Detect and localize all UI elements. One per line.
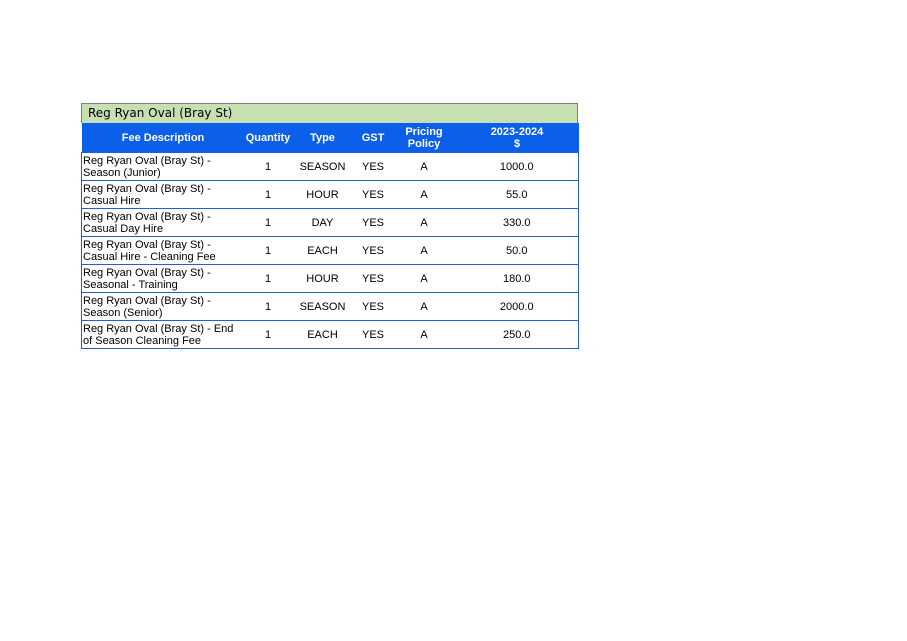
cell-type: HOUR bbox=[291, 180, 354, 209]
table-row: Reg Ryan Oval (Bray St) - Casual Hire - … bbox=[81, 236, 579, 265]
cell-policy: A bbox=[392, 236, 456, 265]
cell-type: EACH bbox=[291, 320, 354, 349]
table-row: Reg Ryan Oval (Bray St) - End of Season … bbox=[81, 320, 579, 349]
cell-gst: YES bbox=[353, 264, 393, 293]
cell-quantity: 1 bbox=[244, 264, 292, 293]
cell-policy: A bbox=[392, 208, 456, 237]
cell-gst: YES bbox=[353, 152, 393, 181]
cell-amount: 250.0 bbox=[455, 320, 579, 349]
header-pricing-line1: Pricing bbox=[405, 126, 443, 138]
header-type: Type bbox=[291, 123, 354, 153]
header-year-amount: 2023-2024 $ bbox=[455, 123, 579, 153]
fee-table: Fee Description Quantity Type GST Pricin… bbox=[81, 123, 579, 349]
sheet-title: Reg Ryan Oval (Bray St) bbox=[81, 103, 578, 123]
header-quantity: Quantity bbox=[244, 123, 292, 153]
header-year-line1: 2023-2024 bbox=[490, 126, 544, 138]
cell-gst: YES bbox=[353, 320, 393, 349]
header-year-line2: $ bbox=[513, 138, 521, 150]
cell-gst: YES bbox=[353, 180, 393, 209]
table-body: Reg Ryan Oval (Bray St) - Season (Junior… bbox=[81, 152, 579, 349]
cell-type: DAY bbox=[291, 208, 354, 237]
cell-policy: A bbox=[392, 152, 456, 181]
table-row: Reg Ryan Oval (Bray St) - Season (Junior… bbox=[81, 152, 579, 181]
header-fee-description: Fee Description bbox=[81, 123, 245, 153]
cell-quantity: 1 bbox=[244, 292, 292, 321]
table-row: Reg Ryan Oval (Bray St) - Season (Senior… bbox=[81, 292, 579, 321]
table-row: Reg Ryan Oval (Bray St) - Casual Hire 1 … bbox=[81, 180, 579, 209]
table-header: Fee Description Quantity Type GST Pricin… bbox=[81, 123, 579, 153]
table-row: Reg Ryan Oval (Bray St) - Seasonal - Tra… bbox=[81, 264, 579, 293]
cell-quantity: 1 bbox=[244, 208, 292, 237]
cell-description: Reg Ryan Oval (Bray St) - Seasonal - Tra… bbox=[81, 264, 245, 293]
cell-gst: YES bbox=[353, 236, 393, 265]
cell-description: Reg Ryan Oval (Bray St) - Casual Hire - … bbox=[81, 236, 245, 265]
cell-description: Reg Ryan Oval (Bray St) - Season (Junior… bbox=[81, 152, 245, 181]
cell-policy: A bbox=[392, 320, 456, 349]
header-gst: GST bbox=[353, 123, 393, 153]
cell-quantity: 1 bbox=[244, 180, 292, 209]
cell-policy: A bbox=[392, 180, 456, 209]
cell-description: Reg Ryan Oval (Bray St) - Season (Senior… bbox=[81, 292, 245, 321]
cell-amount: 330.0 bbox=[455, 208, 579, 237]
table-row: Reg Ryan Oval (Bray St) - Casual Day Hir… bbox=[81, 208, 579, 237]
header-pricing-line2: Policy bbox=[407, 138, 441, 150]
cell-amount: 180.0 bbox=[455, 264, 579, 293]
fee-sheet: Reg Ryan Oval (Bray St) Fee Description … bbox=[81, 103, 579, 349]
cell-description: Reg Ryan Oval (Bray St) - Casual Hire bbox=[81, 180, 245, 209]
cell-policy: A bbox=[392, 292, 456, 321]
cell-gst: YES bbox=[353, 292, 393, 321]
cell-description: Reg Ryan Oval (Bray St) - Casual Day Hir… bbox=[81, 208, 245, 237]
cell-type: HOUR bbox=[291, 264, 354, 293]
cell-amount: 1000.0 bbox=[455, 152, 579, 181]
cell-description: Reg Ryan Oval (Bray St) - End of Season … bbox=[81, 320, 245, 349]
cell-policy: A bbox=[392, 264, 456, 293]
cell-type: SEASON bbox=[291, 292, 354, 321]
cell-quantity: 1 bbox=[244, 236, 292, 265]
cell-type: EACH bbox=[291, 236, 354, 265]
header-row: Fee Description Quantity Type GST Pricin… bbox=[81, 123, 579, 153]
cell-quantity: 1 bbox=[244, 152, 292, 181]
cell-gst: YES bbox=[353, 208, 393, 237]
cell-type: SEASON bbox=[291, 152, 354, 181]
cell-quantity: 1 bbox=[244, 320, 292, 349]
cell-amount: 2000.0 bbox=[455, 292, 579, 321]
cell-amount: 50.0 bbox=[455, 236, 579, 265]
cell-amount: 55.0 bbox=[455, 180, 579, 209]
header-pricing-policy: Pricing Policy bbox=[392, 123, 456, 153]
